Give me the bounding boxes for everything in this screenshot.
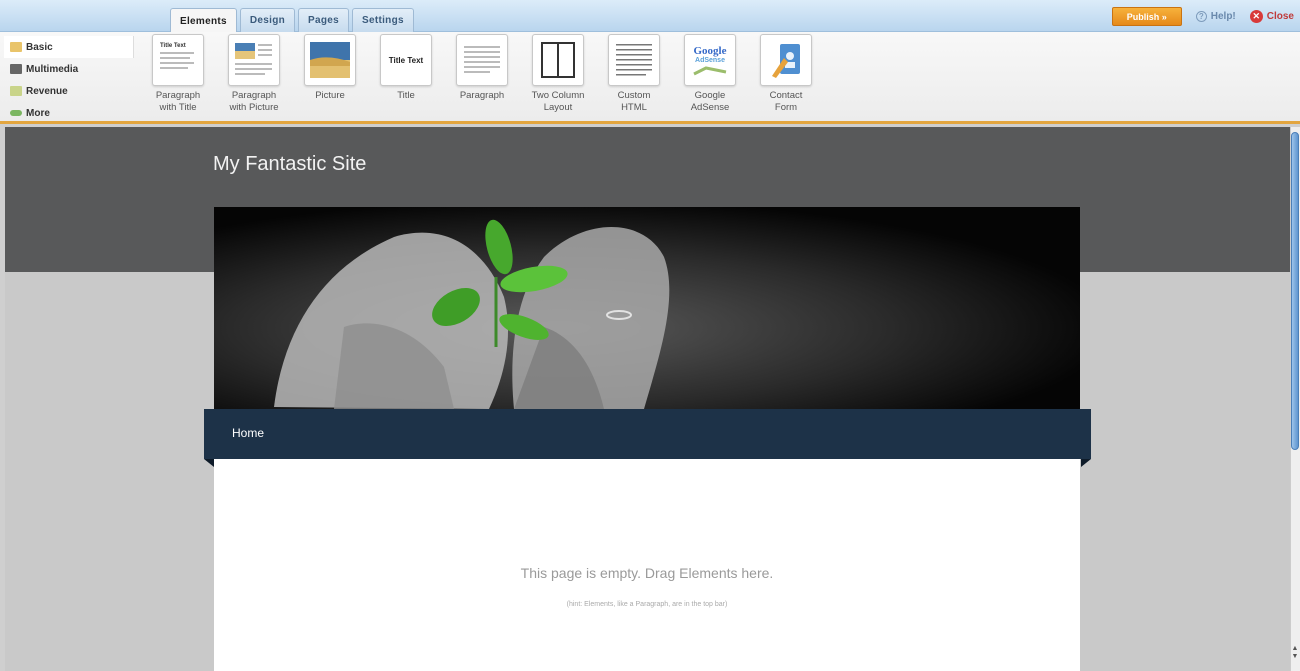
close-icon: ✕ [1249, 10, 1263, 23]
element-contact-form[interactable]: Contact Form [748, 34, 824, 114]
tab-design[interactable]: Design [239, 8, 296, 32]
nav-item-home[interactable]: Home [232, 426, 264, 440]
tab-elements[interactable]: Elements [170, 8, 237, 33]
empty-page-message: This page is empty. Drag Elements here. [520, 565, 774, 581]
help-link[interactable]: ? Help! [1195, 11, 1236, 22]
title-icon: Title Text [380, 34, 432, 86]
top-tab-bar: Elements Design Pages Settings Publish »… [0, 0, 1300, 33]
paragraph-icon [456, 34, 508, 86]
category-basic[interactable]: Basic [4, 36, 134, 58]
category-label: More [26, 107, 50, 119]
category-label: Revenue [26, 85, 68, 97]
category-label: Multimedia [26, 63, 79, 75]
picture-icon [304, 34, 356, 86]
element-google-adsense[interactable]: Google AdSense Google AdSense [672, 34, 748, 114]
element-label: Google AdSense [690, 90, 730, 113]
contact-form-icon [760, 34, 812, 86]
element-paragraph-with-title[interactable]: Title Text Paragraph with Title [140, 34, 216, 114]
arrow-icon [10, 110, 22, 116]
folder-icon [10, 42, 22, 52]
paragraph-with-picture-icon [228, 34, 280, 86]
element-label: Picture [315, 90, 345, 101]
close-label: Close [1266, 11, 1294, 22]
element-tools: Title Text Paragraph with Title Paragrap… [140, 34, 824, 114]
site-title[interactable]: My Fantastic Site [213, 153, 366, 176]
element-label: Custom HTML [617, 90, 651, 113]
paragraph-with-title-icon: Title Text [152, 34, 204, 86]
site-nav-bar [204, 409, 1091, 459]
publish-button[interactable]: Publish » [1111, 7, 1182, 26]
element-paragraph-with-picture[interactable]: Paragraph with Picture [216, 34, 292, 114]
editor-tabs: Elements Design Pages Settings [170, 8, 414, 33]
scrollbar-thumb[interactable] [1291, 132, 1299, 450]
element-label: Paragraph [459, 90, 505, 101]
hint-message: (hint: Elements, like a Paragraph, are i… [566, 601, 728, 608]
google-adsense-icon: Google AdSense [684, 34, 736, 86]
category-label: Basic [26, 41, 53, 53]
top-actions: Publish » ? Help! ✕ Close [1111, 7, 1294, 26]
two-column-icon [532, 34, 584, 86]
scroll-arrows[interactable]: ▲ ▼ [1291, 645, 1299, 661]
element-title[interactable]: Title Text Title [368, 34, 444, 114]
nav-fold-left [204, 459, 214, 467]
element-label: Paragraph with Title [155, 90, 201, 113]
element-two-column-layout[interactable]: Two Column Layout [520, 34, 596, 114]
content-drop-area[interactable]: This page is empty. Drag Elements here. … [214, 459, 1080, 671]
tab-settings[interactable]: Settings [351, 8, 414, 32]
element-categories: Basic Multimedia Revenue More [4, 36, 134, 124]
help-icon: ? [1195, 11, 1207, 22]
element-label: Two Column Layout [531, 90, 585, 113]
custom-html-icon [608, 34, 660, 86]
svg-text:Title Text: Title Text [160, 43, 186, 49]
tab-pages[interactable]: Pages [298, 8, 349, 32]
elements-toolbar: Basic Multimedia Revenue More Title Text [0, 32, 1300, 124]
category-revenue[interactable]: Revenue [4, 80, 134, 102]
element-label: Title [397, 90, 415, 101]
category-more[interactable]: More [4, 102, 134, 124]
element-custom-html[interactable]: Custom HTML [596, 34, 672, 114]
nav-fold-right [1081, 459, 1091, 467]
element-paragraph[interactable]: Paragraph [444, 34, 520, 114]
money-icon [10, 86, 22, 96]
category-multimedia[interactable]: Multimedia [4, 58, 134, 80]
element-picture[interactable]: Picture [292, 34, 368, 114]
element-label: Paragraph with Picture [229, 90, 279, 113]
element-label: Contact Form [769, 90, 803, 113]
film-icon [10, 64, 22, 74]
hero-image [214, 207, 1080, 409]
help-label: Help! [1210, 11, 1236, 22]
close-link[interactable]: ✕ Close [1249, 10, 1294, 23]
